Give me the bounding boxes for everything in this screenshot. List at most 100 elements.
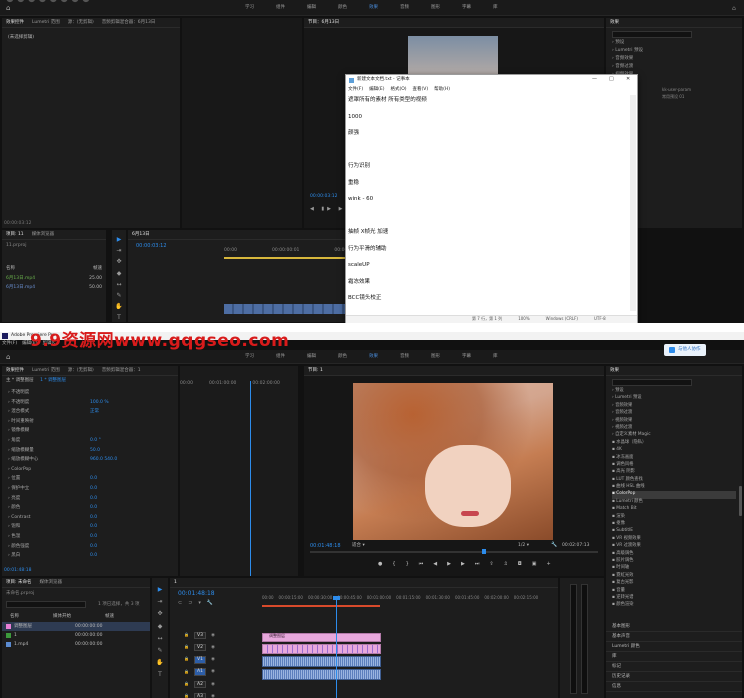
b-selection-tool-icon[interactable]: ▶	[158, 586, 163, 593]
export-frame-icon[interactable]: ◘	[518, 561, 522, 567]
track-label[interactable]: A2	[193, 680, 206, 688]
project-search[interactable]	[6, 601, 86, 608]
track-visibility-icon[interactable]: ◉	[211, 682, 215, 687]
b-razor-icon[interactable]: ◆	[158, 623, 163, 630]
effects-tree-item[interactable]: ▪ 高级调色	[612, 551, 736, 558]
timeline-playhead[interactable]	[336, 596, 337, 698]
effects-tree-item[interactable]: ▪ SubtitlE	[612, 528, 736, 535]
notepad-maximize-button[interactable]: □	[609, 76, 614, 82]
fx-property-row[interactable]: › 颜色 0.0	[2, 503, 178, 513]
tab-source[interactable]: 源：(无剪辑)	[68, 20, 94, 25]
effects-bottom-panel-item[interactable]: 基本图形	[606, 622, 742, 632]
track-label[interactable]: A3	[193, 692, 206, 698]
step-forward-icon[interactable]: ▶	[461, 561, 465, 567]
notepad-menu-item[interactable]: 查看(V)	[413, 87, 429, 92]
effects-tree-item[interactable]: ▪ VR 过渡效果	[612, 543, 736, 550]
b-type-icon[interactable]: T	[158, 671, 162, 678]
fx-property-value[interactable]: 0.0	[90, 553, 97, 558]
ec-playhead[interactable]	[250, 381, 251, 576]
home-icon[interactable]: ⌂	[6, 4, 10, 12]
track-label[interactable]: V1	[193, 656, 206, 664]
fx-property-row[interactable]: › 缩放模糊中心 960.0 540.0	[2, 455, 178, 465]
audio-clip-a2[interactable]	[262, 669, 381, 680]
fx-property-row[interactable]: › 不透明度 100.0 %	[2, 398, 178, 408]
notepad-menu-item[interactable]: 编辑(E)	[369, 87, 384, 92]
tab-bottom-lumetri[interactable]: Lumetri 范围	[32, 368, 60, 373]
b-ripple-icon[interactable]: ✥	[157, 610, 162, 617]
top-workspace-tab[interactable]: 图形	[431, 5, 440, 10]
media-browser-tab[interactable]: 媒体浏览器	[39, 580, 62, 585]
notepad-menu-item[interactable]: 文件(F)	[348, 87, 363, 92]
top-program-title[interactable]: 节目：6月13日	[308, 20, 339, 25]
effects-scrollbar[interactable]	[739, 486, 742, 516]
bottom-menu-item[interactable]: 文件(F)	[2, 341, 17, 346]
project-tab[interactable]: 项目: 未命名	[6, 580, 31, 585]
fx-property-value[interactable]: 0.0	[90, 505, 97, 510]
top-effects-item[interactable]: › 音频效果	[612, 56, 691, 64]
step-back-icon[interactable]: ◀	[433, 561, 437, 567]
program-title[interactable]: 节目: 1	[308, 368, 323, 373]
effects-tree-item[interactable]: ▪ ColorPop	[612, 491, 736, 499]
fx-property-value[interactable]: 0.0	[90, 496, 97, 501]
track-lock-icon[interactable]: 🔒	[184, 632, 189, 638]
track-lock-icon[interactable]: 🔒	[184, 669, 189, 675]
effects-search[interactable]	[612, 379, 692, 386]
bottom-workspace-tab[interactable]: 字幕	[462, 354, 471, 359]
fx-property-value[interactable]: 0.0	[90, 524, 97, 529]
top-window-icon[interactable]: ⌂	[732, 5, 736, 12]
fx-property-row[interactable]: › 角度 0.0 °	[2, 436, 178, 446]
fx-property-row[interactable]: › 饱和 0.0	[2, 522, 178, 532]
top-effects-item[interactable]: › Lumetri 预设	[612, 48, 691, 56]
extract-icon[interactable]: ⇫	[504, 561, 508, 567]
fx-property-row[interactable]: › 亮度 0.0	[2, 494, 178, 504]
fx-property-value[interactable]: 100.0 %	[90, 400, 109, 405]
fx-property-row[interactable]: › 色温 0.0	[2, 532, 178, 542]
bottom-workspace-tab[interactable]: 效果	[369, 354, 378, 359]
program-scrub-bar[interactable]	[310, 551, 598, 553]
fx-property-value[interactable]: 0.0	[90, 515, 97, 520]
add-marker-icon[interactable]: ●	[378, 561, 382, 567]
track-label[interactable]: V2	[193, 643, 206, 652]
track-visibility-icon[interactable]: ◉	[211, 645, 215, 650]
type-icon[interactable]: T	[117, 314, 121, 321]
effects-tree-item[interactable]: › 音频过渡	[612, 410, 736, 417]
top-workspace-tab[interactable]: 库	[493, 5, 498, 10]
top-effects-search[interactable]	[612, 31, 692, 38]
b-pen-icon[interactable]: ✎	[157, 647, 162, 654]
tab-effect-controls[interactable]: 效果控件	[6, 20, 24, 25]
bottom-workspace-tab[interactable]: 编辑	[307, 354, 316, 359]
fx-property-value[interactable]: 0.0	[90, 544, 97, 549]
top-workspace-tab[interactable]: 组件	[276, 5, 285, 10]
program-settings-icon[interactable]: 🔧	[551, 542, 557, 548]
notepad-menu-item[interactable]: 格式(O)	[390, 87, 406, 92]
tab-mixer[interactable]: 音频剪辑混合器：6月13日	[102, 20, 156, 25]
effects-bottom-panel-item[interactable]: 信息	[606, 682, 742, 692]
track-visibility-icon[interactable]: ◉	[211, 657, 215, 662]
track-label[interactable]: A1	[193, 668, 206, 676]
fx-property-row[interactable]: › Contrast 0.0	[2, 513, 178, 523]
fx-property-row[interactable]: › 黑白 0.0	[2, 551, 178, 561]
effects-tree-item[interactable]: ▪ 胶片调色	[612, 558, 736, 565]
track-visibility-icon[interactable]: ◉	[211, 669, 215, 674]
tab-bottom-effect-controls[interactable]: 效果控件	[6, 368, 24, 373]
effects-tree-item[interactable]: ▪ 水晶球（隐私）	[612, 440, 736, 447]
effects-tree-item[interactable]: ▪ 复古光影	[612, 580, 736, 587]
bottom-workspace-tab[interactable]: 学习	[245, 354, 254, 359]
fx-property-value[interactable]: 50.0	[90, 448, 100, 453]
bottom-workspace-tab[interactable]: 颜色	[338, 354, 347, 359]
bottom-workspace-tab[interactable]: 图形	[431, 354, 440, 359]
program-scrub-playhead[interactable]	[482, 549, 486, 554]
b-slip-icon[interactable]: ↔	[157, 635, 162, 642]
top-workspace-tab[interactable]: 字幕	[462, 5, 471, 10]
project-bin-row[interactable]: 调整图层 00:00:00:00	[2, 622, 150, 631]
notepad-minimize-button[interactable]: —	[592, 76, 597, 82]
track-select-icon[interactable]: ⇥	[116, 247, 121, 254]
effects-tree-item[interactable]: ▪ 冰冻画面	[612, 455, 736, 462]
effects-tree-item[interactable]: ▪ 4K	[612, 447, 736, 454]
track-visibility-icon[interactable]: ◉	[211, 633, 215, 638]
track-visibility-icon[interactable]: ◉	[211, 694, 215, 698]
goto-out-icon[interactable]: ⏭	[475, 561, 480, 567]
razor-icon[interactable]: ◆	[117, 270, 122, 277]
add-button-icon[interactable]: +	[546, 561, 550, 567]
fx-property-value[interactable]: 0.0	[90, 534, 97, 539]
